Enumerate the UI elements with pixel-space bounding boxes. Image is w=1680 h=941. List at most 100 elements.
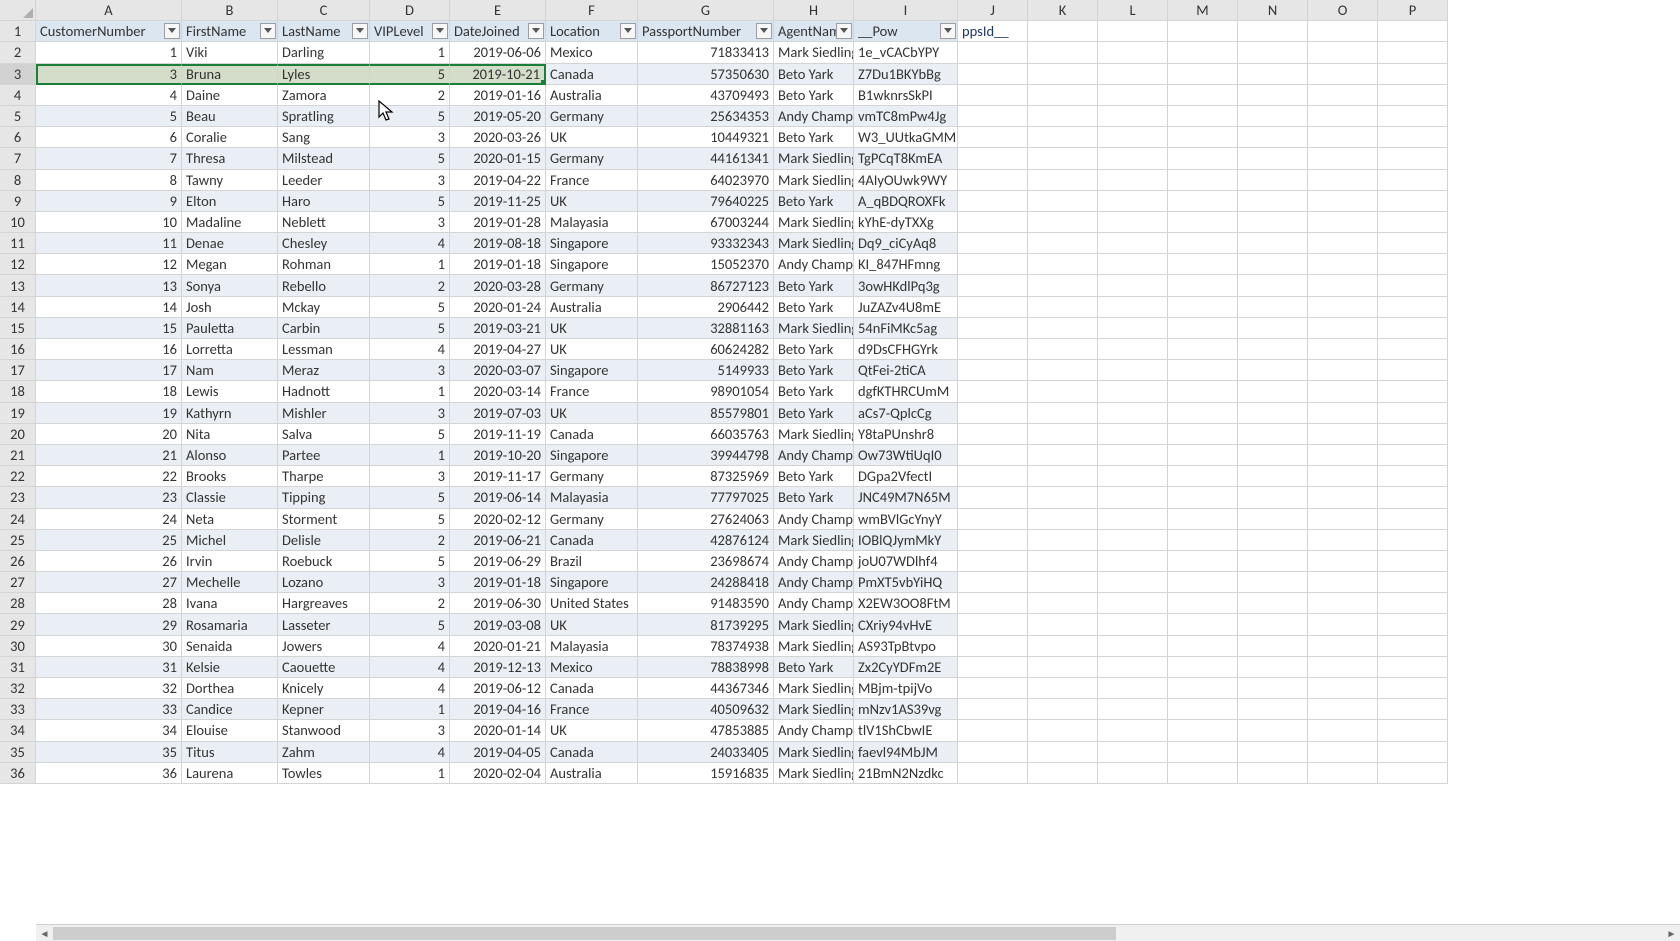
- cell-D[interactable]: 1: [370, 42, 450, 63]
- cell-E[interactable]: 2019-06-06: [450, 42, 546, 63]
- cell-D[interactable]: 2: [370, 530, 450, 551]
- cell-F[interactable]: Germany: [546, 106, 638, 127]
- cell-D[interactable]: 5: [370, 148, 450, 169]
- cell-H[interactable]: Mark Siedling: [774, 614, 854, 635]
- cell-H[interactable]: Beto Yark: [774, 85, 854, 106]
- cell-D[interactable]: 3: [370, 466, 450, 487]
- cell-G[interactable]: 77797025: [638, 487, 774, 508]
- cell-A[interactable]: 13: [36, 275, 182, 296]
- cell-E[interactable]: 2019-06-21: [450, 530, 546, 551]
- column-header-L[interactable]: L: [1098, 0, 1168, 21]
- cell-E[interactable]: 2019-01-28: [450, 212, 546, 233]
- cell-C[interactable]: Storment: [278, 509, 370, 530]
- empty-cell[interactable]: [1308, 530, 1378, 551]
- empty-cell[interactable]: [1028, 148, 1098, 169]
- cell-A[interactable]: 28: [36, 593, 182, 614]
- empty-cell[interactable]: [1168, 360, 1238, 381]
- empty-cell[interactable]: [1308, 572, 1378, 593]
- cell-I[interactable]: JNC49M7N65M: [854, 487, 958, 508]
- empty-cell[interactable]: [1098, 636, 1168, 657]
- cell-C[interactable]: Hadnott: [278, 381, 370, 402]
- cell-H[interactable]: Beto Yark: [774, 381, 854, 402]
- cell-I[interactable]: A_qBDQROXFk: [854, 191, 958, 212]
- empty-cell[interactable]: [1378, 170, 1448, 191]
- empty-cell[interactable]: [1098, 85, 1168, 106]
- empty-cell[interactable]: [958, 191, 1028, 212]
- empty-cell[interactable]: [958, 699, 1028, 720]
- cell-I[interactable]: JuZAZv4U8mE: [854, 297, 958, 318]
- cell-F[interactable]: Germany: [546, 275, 638, 296]
- row-header[interactable]: 17: [0, 360, 36, 381]
- cell-G[interactable]: 78838998: [638, 657, 774, 678]
- cell-G[interactable]: 67003244: [638, 212, 774, 233]
- empty-cell[interactable]: [1308, 170, 1378, 191]
- cell-C[interactable]: Neblett: [278, 212, 370, 233]
- cell-H[interactable]: Mark Siedling: [774, 424, 854, 445]
- empty-cell[interactable]: [1378, 127, 1448, 148]
- cell-F[interactable]: Mexico: [546, 42, 638, 63]
- empty-cell[interactable]: [958, 466, 1028, 487]
- empty-cell[interactable]: [958, 64, 1028, 85]
- column-header-N[interactable]: N: [1238, 0, 1308, 21]
- cell-A[interactable]: 25: [36, 530, 182, 551]
- row-header[interactable]: 33: [0, 699, 36, 720]
- cell-D[interactable]: 5: [370, 424, 450, 445]
- empty-cell[interactable]: [1308, 64, 1378, 85]
- cell-H[interactable]: Beto Yark: [774, 360, 854, 381]
- cell-A[interactable]: 5: [36, 106, 182, 127]
- empty-cell[interactable]: [1168, 445, 1238, 466]
- empty-cell[interactable]: [1238, 64, 1308, 85]
- empty-cell[interactable]: [1028, 699, 1098, 720]
- cell-C[interactable]: Meraz: [278, 360, 370, 381]
- cell-G[interactable]: 27624063: [638, 509, 774, 530]
- row-header[interactable]: 23: [0, 487, 36, 508]
- cell-B[interactable]: Laurena: [182, 763, 278, 784]
- empty-cell[interactable]: [1168, 127, 1238, 148]
- empty-cell[interactable]: [1378, 318, 1448, 339]
- cell-I[interactable]: 3owHKdlPq3g: [854, 275, 958, 296]
- cell-B[interactable]: Lewis: [182, 381, 278, 402]
- cell-B[interactable]: Brooks: [182, 466, 278, 487]
- empty-cell[interactable]: [1098, 21, 1168, 42]
- cell-D[interactable]: 1: [370, 699, 450, 720]
- cell-A[interactable]: 24: [36, 509, 182, 530]
- cell-H[interactable]: Andy Champan: [774, 106, 854, 127]
- table-header[interactable]: CustomerNumber: [36, 21, 182, 42]
- filter-dropdown-icon[interactable]: [756, 23, 772, 39]
- empty-cell[interactable]: [1238, 636, 1308, 657]
- row-header[interactable]: 4: [0, 85, 36, 106]
- cell-F[interactable]: Germany: [546, 148, 638, 169]
- empty-cell[interactable]: [1308, 699, 1378, 720]
- cell-F[interactable]: UK: [546, 403, 638, 424]
- empty-cell[interactable]: [1378, 720, 1448, 741]
- cell-E[interactable]: 2020-01-24: [450, 297, 546, 318]
- cell-G[interactable]: 93332343: [638, 233, 774, 254]
- empty-cell[interactable]: [1308, 21, 1378, 42]
- empty-cell[interactable]: [1378, 64, 1448, 85]
- column-header-C[interactable]: C: [278, 0, 370, 21]
- empty-cell[interactable]: [1028, 106, 1098, 127]
- cell-E[interactable]: 2020-01-15: [450, 148, 546, 169]
- cell-H[interactable]: Andy Champan: [774, 720, 854, 741]
- empty-cell[interactable]: [1028, 530, 1098, 551]
- empty-cell[interactable]: [1098, 127, 1168, 148]
- cell-H[interactable]: Mark Siedling: [774, 170, 854, 191]
- cell-B[interactable]: Beau: [182, 106, 278, 127]
- empty-cell[interactable]: [1028, 21, 1098, 42]
- cell-I[interactable]: AS93TpBtvpo: [854, 636, 958, 657]
- cell-F[interactable]: Australia: [546, 85, 638, 106]
- empty-cell[interactable]: [1308, 233, 1378, 254]
- table-header[interactable]: Location: [546, 21, 638, 42]
- empty-cell[interactable]: [1098, 657, 1168, 678]
- cell-G[interactable]: 60624282: [638, 339, 774, 360]
- empty-cell[interactable]: [1308, 360, 1378, 381]
- empty-cell[interactable]: [1378, 530, 1448, 551]
- empty-cell[interactable]: [1168, 212, 1238, 233]
- cell-E[interactable]: 2019-01-16: [450, 85, 546, 106]
- cell-B[interactable]: Neta: [182, 509, 278, 530]
- cell-F[interactable]: Canada: [546, 64, 638, 85]
- cell-G[interactable]: 40509632: [638, 699, 774, 720]
- cell-I[interactable]: 54nFiMKc5ag: [854, 318, 958, 339]
- cell-F[interactable]: Malayasia: [546, 212, 638, 233]
- empty-cell[interactable]: [1378, 233, 1448, 254]
